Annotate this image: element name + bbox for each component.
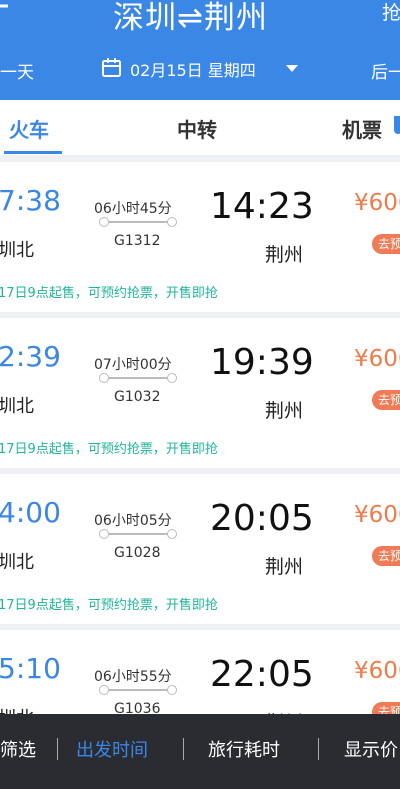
divider bbox=[318, 738, 319, 760]
route-title: 深圳⇌荆州 bbox=[113, 0, 268, 36]
end-dot bbox=[167, 529, 177, 539]
duration-line bbox=[103, 533, 173, 535]
start-dot bbox=[99, 373, 109, 383]
trip-duration: 07小时00分 bbox=[94, 357, 172, 373]
ticket-price: ¥606 bbox=[354, 346, 400, 372]
end-dot bbox=[167, 373, 177, 383]
arrival-time: 22:05 bbox=[210, 654, 314, 695]
bottom-filter-bar: 筛选 出发时间 旅行耗时 显示价 bbox=[0, 714, 400, 789]
trip-duration: 06小时45分 bbox=[94, 201, 172, 217]
next-day-button[interactable]: 后一 bbox=[371, 58, 400, 83]
tab-transfer[interactable]: 中转 bbox=[177, 114, 217, 143]
ticket-price: ¥606 bbox=[354, 190, 400, 216]
ticket-price: ¥606 bbox=[354, 502, 400, 528]
date-selector[interactable]: 02月15日 星期四 bbox=[130, 57, 256, 81]
start-dot bbox=[99, 217, 109, 227]
departure-time: 5:10 bbox=[0, 652, 61, 685]
start-dot bbox=[99, 529, 109, 539]
trip-duration: 06小时55分 bbox=[94, 669, 172, 685]
duration-line bbox=[103, 689, 173, 691]
calendar-icon bbox=[102, 58, 121, 77]
departure-station: 圳北 bbox=[0, 240, 34, 261]
sale-notice: 17日9点起售，可预约抢票，开售即抢 bbox=[0, 598, 218, 613]
top-header: 深圳⇌荆州 抢 一天 02月15日 星期四 后一 bbox=[0, 0, 400, 100]
departure-time: 7:38 bbox=[0, 184, 61, 217]
divider bbox=[183, 738, 184, 760]
transport-tabs: 火车 中转 机票 bbox=[0, 100, 400, 155]
sale-notice: 17日9点起售，可预约抢票，开售即抢 bbox=[0, 442, 218, 457]
sale-notice: 17日9点起售，可预约抢票，开售即抢 bbox=[0, 286, 218, 301]
sort-depart-time-button[interactable]: 出发时间 bbox=[76, 736, 148, 762]
train-number: G1032 bbox=[114, 389, 161, 405]
train-number: G1312 bbox=[114, 233, 161, 249]
arrival-station: 荆州 bbox=[265, 556, 304, 578]
divider bbox=[57, 738, 58, 760]
reserve-button[interactable]: 去预 bbox=[372, 390, 400, 410]
arrival-station: 荆州 bbox=[265, 244, 304, 266]
back-arrow-icon[interactable] bbox=[0, 0, 12, 26]
show-price-button[interactable]: 显示价 bbox=[344, 736, 398, 762]
tab-flight[interactable]: 机票 bbox=[342, 114, 382, 143]
departure-station: 圳北 bbox=[0, 396, 34, 417]
duration-line bbox=[103, 377, 173, 379]
departure-station: 圳北 bbox=[0, 552, 34, 573]
end-dot bbox=[167, 685, 177, 695]
trip-duration: 06小时05分 bbox=[94, 513, 172, 529]
arrival-time: 20:05 bbox=[210, 498, 314, 539]
shield-icon bbox=[394, 116, 400, 134]
train-card[interactable]: 2:39 圳北 07小时00分 G1032 19:39 荆州 ¥606 去预 1… bbox=[0, 318, 400, 468]
tab-train[interactable]: 火车 bbox=[9, 114, 49, 143]
train-card[interactable]: 4:00 圳北 06小时05分 G1028 20:05 荆州 ¥606 去预 1… bbox=[0, 474, 400, 624]
filter-button[interactable]: 筛选 bbox=[0, 736, 36, 762]
train-number: G1028 bbox=[114, 545, 161, 561]
prev-day-button[interactable]: 一天 bbox=[0, 58, 34, 83]
arrival-time: 19:39 bbox=[210, 342, 314, 383]
grab-ticket-button[interactable]: 抢 bbox=[382, 0, 400, 25]
arrival-time: 14:23 bbox=[210, 186, 314, 227]
duration-line bbox=[103, 221, 173, 223]
train-card[interactable]: 7:38 圳北 06小时45分 G1312 14:23 荆州 ¥606 去预 1… bbox=[0, 162, 400, 312]
reserve-button[interactable]: 去预 bbox=[372, 546, 400, 566]
departure-time: 2:39 bbox=[0, 340, 61, 373]
tab-active-indicator bbox=[4, 151, 62, 154]
sort-travel-time-button[interactable]: 旅行耗时 bbox=[208, 736, 280, 762]
reserve-button[interactable]: 去预 bbox=[372, 234, 400, 254]
arrival-station: 荆州 bbox=[265, 400, 304, 422]
departure-time: 4:00 bbox=[0, 496, 61, 529]
end-dot bbox=[167, 217, 177, 227]
chevron-down-icon[interactable] bbox=[286, 65, 298, 72]
start-dot bbox=[99, 685, 109, 695]
ticket-price: ¥606 bbox=[354, 658, 400, 684]
